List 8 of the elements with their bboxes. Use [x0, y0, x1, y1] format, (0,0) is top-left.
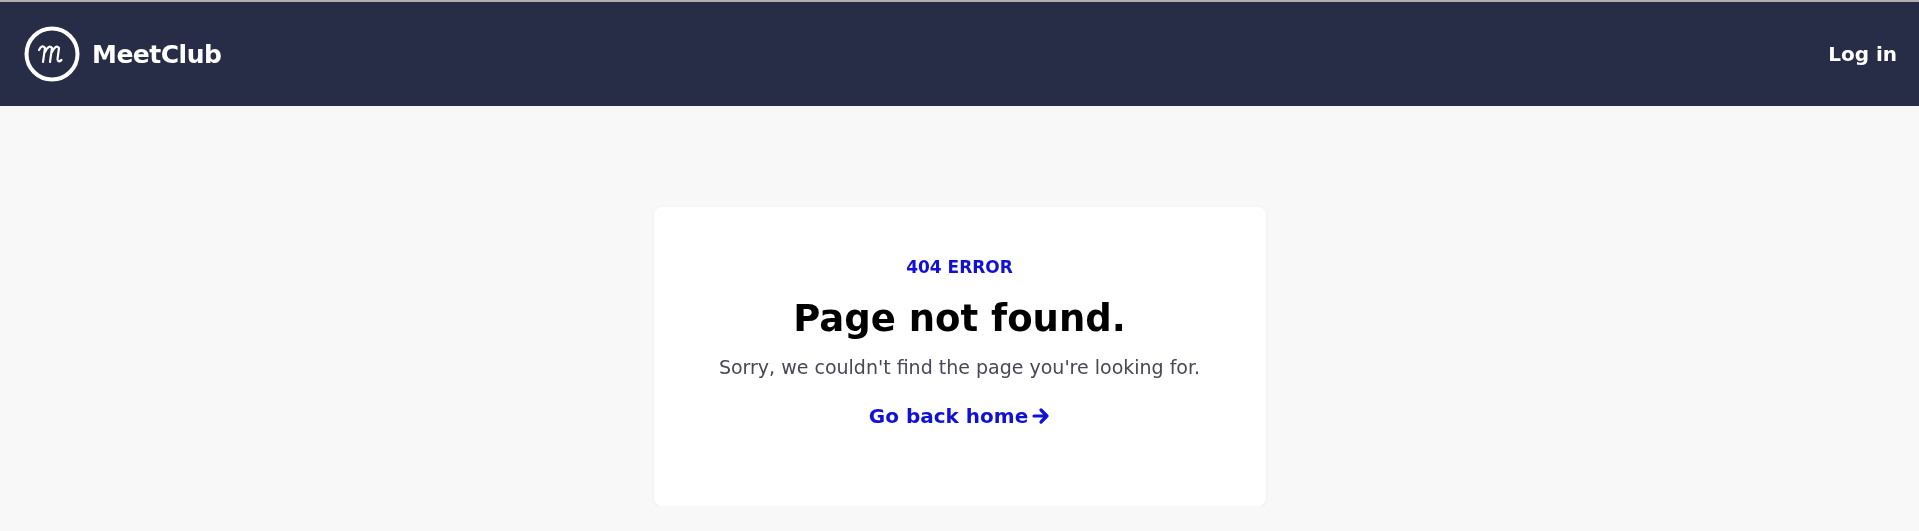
brand-name: MeetClub: [92, 39, 222, 69]
error-message: Sorry, we couldn't find the page you're looking for.: [718, 356, 1201, 378]
login-link[interactable]: Log in: [1828, 42, 1897, 66]
logo-icon: [24, 26, 80, 82]
arrow-right-icon: [1032, 407, 1051, 425]
error-title: Page not found.: [793, 297, 1126, 340]
home-link[interactable]: Go back home: [868, 404, 1051, 428]
error-code: 404 ERROR: [906, 257, 1013, 277]
